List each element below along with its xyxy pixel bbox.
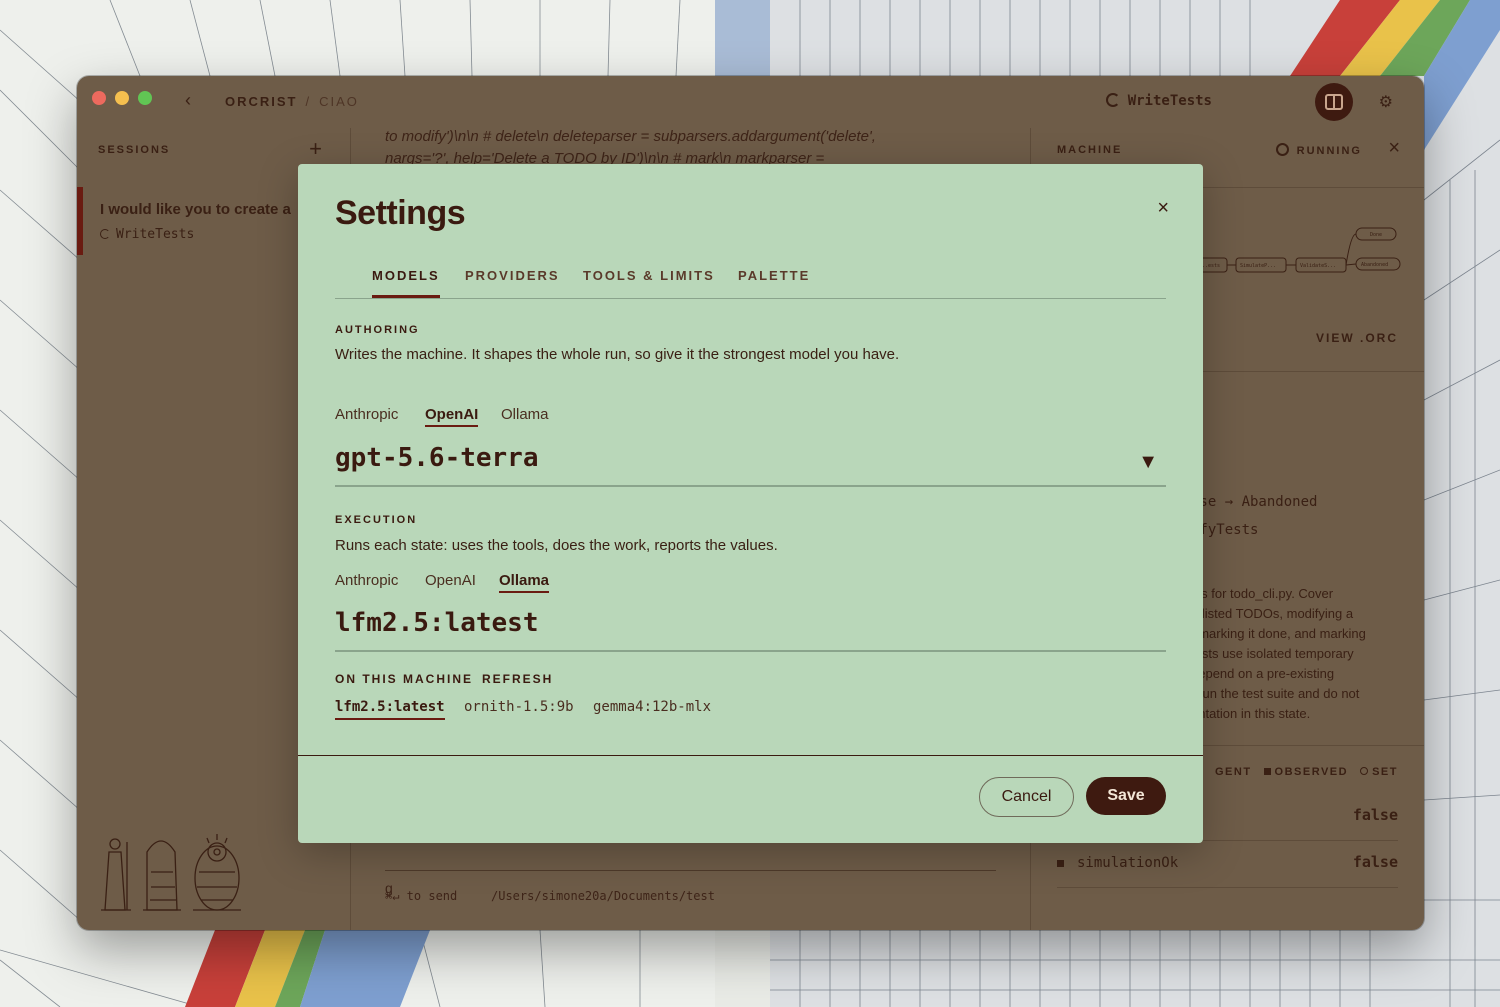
window-minimize-button[interactable] bbox=[115, 91, 129, 105]
composer-divider bbox=[385, 870, 996, 871]
breadcrumb-project[interactable]: ORCRIST bbox=[225, 94, 298, 109]
session-state-label: WriteTests bbox=[116, 227, 195, 242]
view-orc-link[interactable]: VIEW .ORC bbox=[1316, 331, 1398, 345]
dialog-footer-divider bbox=[298, 755, 1203, 756]
execution-provider-anthropic[interactable]: Anthropic bbox=[335, 572, 398, 591]
dialog-title: Settings bbox=[335, 194, 466, 232]
window-zoom-button[interactable] bbox=[138, 91, 152, 105]
loading-spinner-icon bbox=[100, 229, 110, 239]
authoring-model-select[interactable]: gpt-5.6-terra ▼ bbox=[335, 439, 1166, 487]
graph-node-label: ValidateS... bbox=[1300, 263, 1336, 269]
legend-observed: OBSERVED bbox=[1274, 766, 1349, 778]
variable-value: false bbox=[1352, 853, 1398, 871]
execution-model-value: lfm2.5:latest bbox=[335, 608, 539, 638]
cancel-button[interactable]: Cancel bbox=[979, 777, 1074, 817]
loading-spinner-icon bbox=[1105, 93, 1120, 107]
sliders-icon[interactable]: ⚙ bbox=[1379, 92, 1393, 112]
authoring-model-value: gpt-5.6-terra bbox=[335, 443, 539, 473]
machine-status-label: RUNNING bbox=[1296, 145, 1362, 157]
state-transition: lse → Abandoned bbox=[1191, 494, 1318, 510]
execution-description: Runs each state: uses the tools, does th… bbox=[335, 537, 778, 554]
code-line: to modify')\n\n # delete\n deleteparser … bbox=[385, 128, 876, 145]
execution-provider-ollama[interactable]: Ollama bbox=[499, 572, 550, 593]
local-model-chip[interactable]: lfm2.5:latest bbox=[335, 699, 445, 720]
graph-node-label: Done bbox=[1370, 232, 1382, 238]
titlebar: ‹ ORCRIST / CIAO WriteTests ⚙ bbox=[77, 76, 1424, 128]
close-icon[interactable]: × bbox=[1157, 197, 1169, 220]
variable-row: simulationOk false bbox=[1057, 841, 1398, 888]
tab-palette[interactable]: PALETTE bbox=[738, 268, 810, 295]
set-circle-icon bbox=[1360, 767, 1369, 775]
legend-set: SET bbox=[1372, 766, 1398, 778]
local-model-chip[interactable]: gemma4:12b-mlx bbox=[593, 699, 711, 718]
back-chevron-icon[interactable]: ‹ bbox=[185, 90, 191, 111]
execution-provider-openai[interactable]: OpenAI bbox=[425, 572, 476, 591]
machine-status: RUNNING bbox=[1275, 143, 1362, 157]
authoring-label: AUTHORING bbox=[335, 324, 420, 336]
observed-square-icon bbox=[1057, 860, 1064, 867]
authoring-description: Writes the machine. It shapes the whole … bbox=[335, 346, 900, 363]
dropdown-caret-icon: ▼ bbox=[1138, 451, 1158, 473]
settings-tabs: MODELS PROVIDERS TOOLS & LIMITS PALETTE bbox=[335, 268, 1166, 299]
toggle-panel-button[interactable] bbox=[1315, 83, 1353, 121]
add-session-button[interactable]: + bbox=[309, 136, 322, 162]
authoring-provider-anthropic[interactable]: Anthropic bbox=[335, 406, 398, 425]
breadcrumb-session[interactable]: CIAO bbox=[319, 94, 359, 109]
variable-value: false bbox=[1352, 806, 1398, 824]
vars-legend: GENT OBSERVED SET bbox=[1215, 766, 1398, 778]
execution-label: EXECUTION bbox=[335, 514, 418, 526]
current-state-label: WriteTests bbox=[1127, 93, 1212, 109]
sidebar-panel-icon bbox=[1325, 94, 1343, 110]
session-title: I would like you to create a bbox=[100, 201, 291, 218]
legend-agent: GENT bbox=[1214, 766, 1252, 778]
tab-tools-limits[interactable]: TOOLS & LIMITS bbox=[583, 268, 715, 295]
refresh-button[interactable]: REFRESH bbox=[482, 672, 553, 686]
working-directory: /Users/simone20a/Documents/test bbox=[491, 889, 715, 903]
local-model-chip[interactable]: ornith-1.5:9b bbox=[464, 699, 574, 718]
breadcrumb: ORCRIST / CIAO bbox=[225, 94, 359, 109]
state-description: sts for todo_cli.py. Cover g listed TODO… bbox=[1191, 586, 1366, 721]
send-hint: ⌘↵ to send bbox=[385, 889, 458, 903]
breadcrumb-separator: / bbox=[305, 94, 312, 109]
tab-models[interactable]: MODELS bbox=[372, 268, 440, 298]
close-panel-icon[interactable]: × bbox=[1388, 137, 1400, 160]
mascot-illustration bbox=[101, 834, 241, 911]
graph-node-label: Abandoned bbox=[1361, 262, 1388, 268]
settings-dialog: Settings × MODELS PROVIDERS TOOLS & LIMI… bbox=[298, 164, 1203, 843]
save-button[interactable]: Save bbox=[1086, 777, 1166, 815]
on-this-machine-label: ON THIS MACHINE bbox=[335, 672, 473, 686]
observed-square-icon bbox=[1263, 768, 1271, 775]
status-ring-icon bbox=[1275, 143, 1289, 156]
sessions-heading: SESSIONS bbox=[98, 144, 171, 156]
session-state: WriteTests bbox=[100, 227, 194, 242]
window-close-button[interactable] bbox=[92, 91, 106, 105]
current-state-indicator: WriteTests bbox=[1105, 93, 1212, 109]
tab-providers[interactable]: PROVIDERS bbox=[465, 268, 560, 295]
graph-node-label: SimulateP... bbox=[1240, 263, 1276, 269]
machine-heading: MACHINE bbox=[1057, 144, 1123, 156]
authoring-provider-ollama[interactable]: Ollama bbox=[501, 406, 549, 425]
authoring-provider-openai[interactable]: OpenAI bbox=[425, 406, 479, 427]
variable-name: simulationOk bbox=[1077, 855, 1179, 871]
execution-model-input[interactable]: lfm2.5:latest bbox=[335, 604, 1166, 652]
